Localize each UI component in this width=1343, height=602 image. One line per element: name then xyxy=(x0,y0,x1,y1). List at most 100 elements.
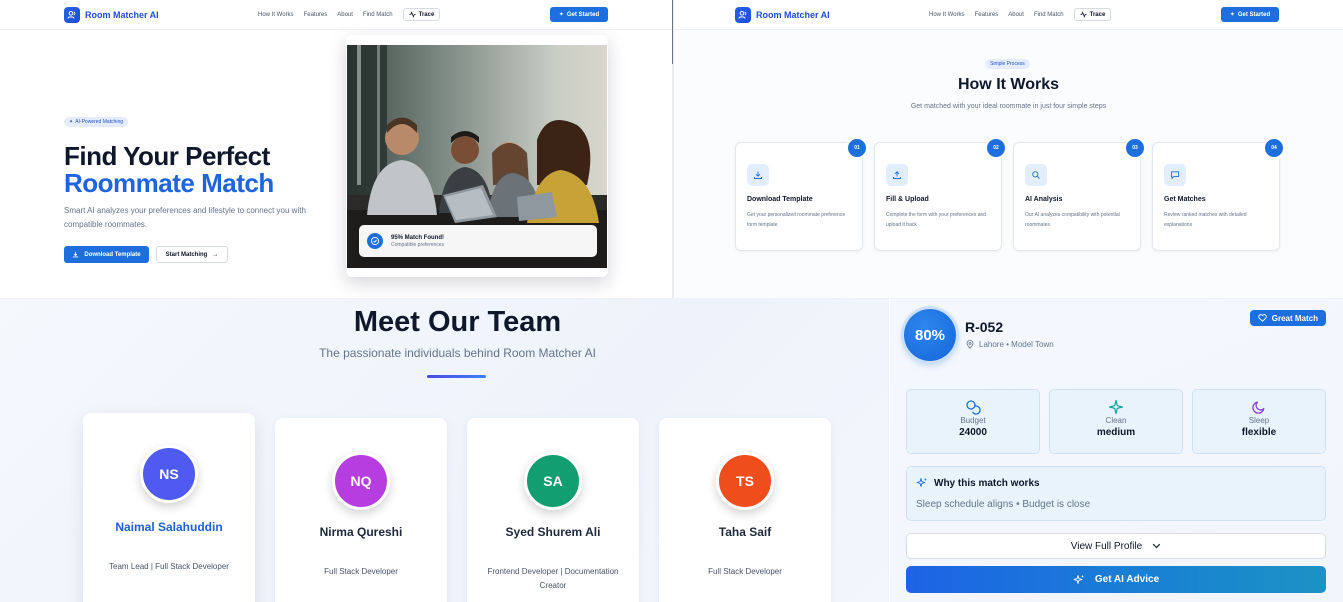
step-description: Get your personalized roommate preferenc… xyxy=(747,212,846,228)
view-full-profile-button[interactable]: View Full Profile xyxy=(906,533,1326,559)
nav-find-match[interactable]: Find Match xyxy=(363,12,393,18)
title-underline xyxy=(427,375,486,378)
hero-panel: Room Matcher AI How It Works Features Ab… xyxy=(0,0,672,298)
logo-text: Room Matcher AI xyxy=(756,10,830,20)
avatar: TS xyxy=(716,452,774,510)
how-it-works-panel: Room Matcher AI How It Works Features Ab… xyxy=(674,0,1343,298)
stat-label: Clean xyxy=(1105,416,1127,425)
member-name: Syed Shurem Ali xyxy=(505,525,601,539)
sparkle-icon: ✦ xyxy=(1229,12,1235,18)
match-result-panel: 80% R-052 Lahore • Model Town Great Matc… xyxy=(890,299,1343,602)
chat-icon xyxy=(1164,164,1186,186)
get-started-label: Get Started xyxy=(566,11,600,18)
team-member-card[interactable]: TS Taha Saif Full Stack Developer xyxy=(659,418,831,602)
logo[interactable]: Room Matcher AI xyxy=(64,7,159,23)
heart-icon xyxy=(1258,314,1267,322)
team-member-card[interactable]: NQ Nirma Qureshi Full Stack Developer xyxy=(275,418,447,602)
member-name: Naimal Salahuddin xyxy=(115,520,223,534)
get-ai-advice-label: Get AI Advice xyxy=(1094,574,1160,585)
process-badge-label: Simple Process xyxy=(990,61,1025,67)
nav-find-match[interactable]: Find Match xyxy=(1034,12,1064,18)
step-number: 03 xyxy=(1124,137,1146,159)
team-member-card[interactable]: NS Naimal Salahuddin Team Lead | Full St… xyxy=(83,413,255,602)
trace-button[interactable]: Trace xyxy=(402,8,441,21)
get-ai-advice-button[interactable]: Get AI Advice xyxy=(906,566,1326,593)
chevron-down-icon xyxy=(1153,543,1161,549)
upload-icon xyxy=(886,164,908,186)
ai-badge: ✦ AI-Powered Matching xyxy=(64,117,129,127)
location: Lahore • Model Town xyxy=(966,340,1054,349)
activity-icon xyxy=(409,11,416,18)
get-started-button[interactable]: ✦ Get Started xyxy=(550,7,608,22)
nav-links: How It Works Features About Find Match T… xyxy=(929,8,1112,21)
trace-label: Trace xyxy=(418,11,435,18)
nav-about[interactable]: About xyxy=(337,12,353,18)
download-icon xyxy=(747,164,769,186)
step-number: 01 xyxy=(846,137,868,159)
team-subtitle: The passionate individuals behind Room M… xyxy=(319,346,596,360)
step-title: AI Analysis xyxy=(1025,196,1063,203)
get-started-button[interactable]: ✦ Get Started xyxy=(1221,7,1279,22)
nav-links: How It Works Features About Find Match T… xyxy=(258,8,441,21)
great-match-label: Great Match xyxy=(1271,313,1318,323)
get-started-label: Get Started xyxy=(1237,11,1271,18)
match-found-title: 95% Match Found! xyxy=(391,234,445,241)
top-nav: Room Matcher AI How It Works Features Ab… xyxy=(0,0,672,30)
logo[interactable]: Room Matcher AI xyxy=(735,7,830,23)
team-panel: Meet Our Team The passionate individuals… xyxy=(0,299,889,602)
stat-value: medium xyxy=(1096,427,1136,438)
arrow-right-icon: → xyxy=(212,251,219,258)
section-title: How It Works xyxy=(957,76,1060,93)
clean-stat: Clean medium xyxy=(1049,389,1183,454)
member-name: Taha Saif xyxy=(718,525,772,539)
hero-photo: 95% Match Found! Compatible preferences xyxy=(347,45,607,268)
search-icon xyxy=(1025,164,1047,186)
step-title: Fill & Upload xyxy=(886,196,929,203)
section-subtitle: Get matched with your ideal roommate in … xyxy=(910,103,1107,110)
nav-features[interactable]: Features xyxy=(304,12,328,18)
why-match-box: Why this match works Sleep schedule alig… xyxy=(906,466,1326,521)
stat-label: Sleep xyxy=(1248,416,1270,425)
hero-title: Find Your Perfect Roommate Match xyxy=(64,143,274,197)
hero-title-line1: Find Your Perfect xyxy=(64,141,270,171)
step-description: Review ranked matches with detailed expl… xyxy=(1164,212,1247,228)
trace-button[interactable]: Trace xyxy=(1073,8,1112,21)
coins-icon xyxy=(965,399,981,415)
nav-about[interactable]: About xyxy=(1008,12,1024,18)
budget-stat: Budget 24000 xyxy=(906,389,1040,454)
member-name: Nirma Qureshi xyxy=(319,525,403,539)
team-member-card[interactable]: SA Syed Shurem Ali Frontend Developer | … xyxy=(467,418,639,602)
hero-title-line2: Roommate Match xyxy=(64,168,274,198)
location-text: Lahore • Model Town xyxy=(979,340,1054,349)
ai-badge-label: AI-Powered Matching xyxy=(75,119,124,125)
map-pin-icon xyxy=(966,340,974,349)
why-text: Sleep schedule aligns • Budget is close xyxy=(916,499,1091,510)
sparkle-icon: ✦ xyxy=(69,119,74,125)
stat-label: Budget xyxy=(960,416,986,425)
download-template-button[interactable]: Download Template xyxy=(64,246,149,263)
users-icon xyxy=(735,7,751,23)
check-circle-icon xyxy=(367,233,383,249)
stat-value: 24000 xyxy=(959,427,987,438)
stat-value: flexible xyxy=(1241,427,1277,438)
download-template-label: Download Template xyxy=(84,251,141,258)
great-match-badge: Great Match xyxy=(1249,310,1326,326)
nav-how-it-works[interactable]: How It Works xyxy=(929,12,965,18)
moon-icon xyxy=(1251,399,1267,415)
hero-image-card: 95% Match Found! Compatible preferences xyxy=(346,35,608,277)
process-badge: Simple Process xyxy=(985,59,1030,69)
step-card: 02 Fill & Upload Complete the form with … xyxy=(874,137,1007,251)
nav-how-it-works[interactable]: How It Works xyxy=(258,12,294,18)
nav-features[interactable]: Features xyxy=(975,12,999,18)
match-score: 80% xyxy=(904,309,956,361)
scroll-divider xyxy=(672,0,673,64)
start-matching-button[interactable]: Start Matching → xyxy=(156,246,228,263)
users-icon xyxy=(64,7,80,23)
sleep-stat: Sleep flexible xyxy=(1192,389,1326,454)
view-full-profile-label: View Full Profile xyxy=(1070,540,1143,552)
step-description: Complete the form with your preferences … xyxy=(886,212,987,228)
step-title: Get Matches xyxy=(1164,196,1206,203)
step-number: 04 xyxy=(1263,137,1285,159)
download-icon xyxy=(73,251,79,258)
sparkle-icon xyxy=(1108,399,1124,415)
